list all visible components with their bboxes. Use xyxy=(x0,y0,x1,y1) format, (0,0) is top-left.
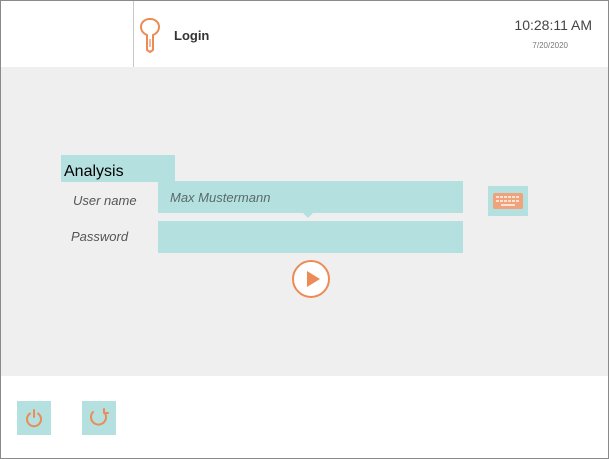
play-icon xyxy=(306,271,320,287)
password-input[interactable] xyxy=(158,221,463,253)
header-divider xyxy=(133,1,134,67)
password-label: Password xyxy=(71,229,129,244)
power-icon xyxy=(26,409,42,428)
username-label: User name xyxy=(73,193,137,208)
header-bar: Login 10:28:11 AM 7/20/2020 xyxy=(1,1,608,67)
username-input[interactable] xyxy=(158,181,463,213)
page-title: Login xyxy=(174,28,210,43)
analysis-label: Analysis xyxy=(61,155,175,182)
input-pointer xyxy=(303,213,313,218)
clock-time: 10:28:11 AM xyxy=(514,17,592,33)
refresh-button[interactable] xyxy=(82,401,116,435)
login-screen: Login 10:28:11 AM 7/20/2020 Analysis Use… xyxy=(0,0,609,459)
keyboard-button[interactable] xyxy=(488,186,528,216)
keyboard-icon xyxy=(493,193,523,209)
login-button[interactable] xyxy=(292,260,330,298)
power-button[interactable] xyxy=(17,401,51,435)
refresh-icon xyxy=(90,408,109,426)
key-icon xyxy=(140,18,160,53)
clock-date: 7/20/2020 xyxy=(532,41,568,50)
